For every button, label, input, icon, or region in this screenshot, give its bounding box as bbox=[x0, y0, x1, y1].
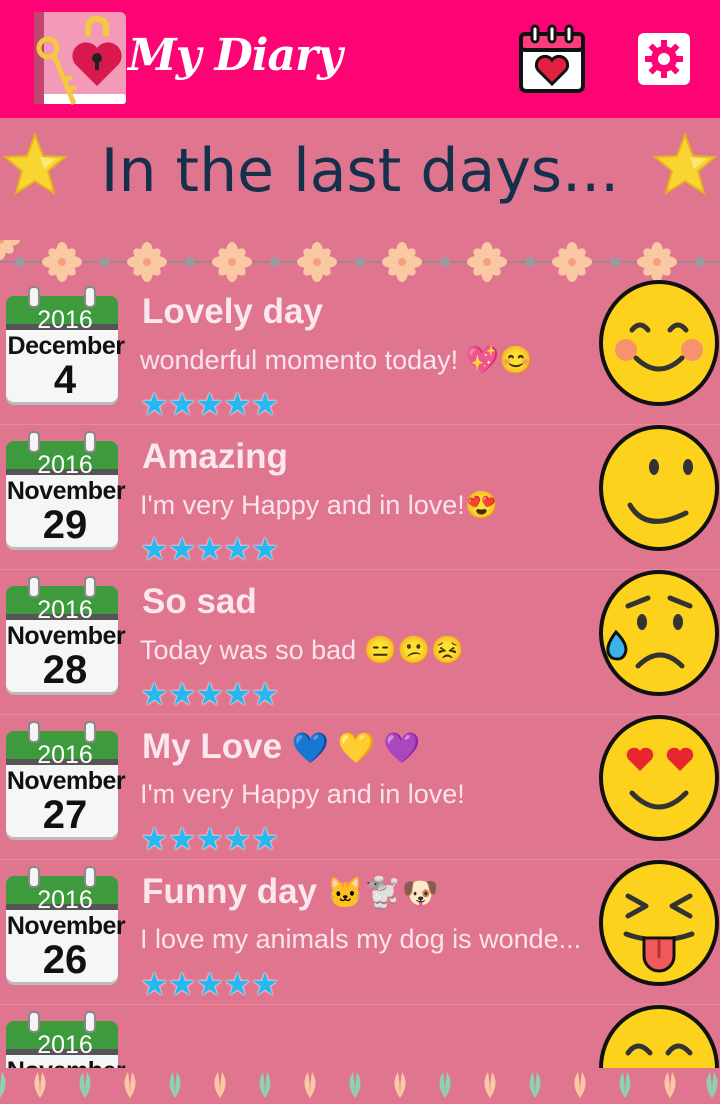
entry-year: 2016 bbox=[37, 741, 93, 769]
app-title: My Diary bbox=[128, 30, 343, 81]
date-calendar: 2016 November bbox=[2, 1011, 128, 1072]
blushing-smile-icon bbox=[599, 280, 719, 406]
section-title: In the last days... bbox=[100, 136, 620, 206]
entry-year: 2016 bbox=[37, 1031, 93, 1059]
entry-title: Amazing bbox=[142, 437, 288, 476]
entry-day: 26 bbox=[42, 938, 88, 982]
date-calendar: 2016 November 28 bbox=[2, 576, 128, 696]
heart-eyes-icon bbox=[599, 715, 719, 841]
entry-title: Lovely day bbox=[142, 292, 323, 331]
entry-year: 2016 bbox=[37, 306, 93, 334]
rating-stars: ★★★★★ bbox=[140, 531, 279, 567]
bottom-flower-border bbox=[0, 1068, 720, 1104]
rating-stars: ★★★★★ bbox=[140, 966, 279, 1002]
diary-entry[interactable]: 2016 November 28 So sad Today was so bad… bbox=[0, 570, 720, 715]
entry-day: 28 bbox=[42, 648, 88, 692]
date-calendar: 2016 November 26 bbox=[2, 866, 128, 986]
diary-entry[interactable]: 2016 November 27 My Love 💙 💛 💜 I'm very … bbox=[0, 715, 720, 860]
flower-divider bbox=[0, 240, 720, 282]
diary-lock-icon bbox=[34, 12, 126, 105]
entry-preview-text: wonderful momento today! 💖😊 bbox=[140, 345, 533, 375]
calendar-button[interactable] bbox=[518, 24, 586, 94]
entry-title: Funny day 🐱🐩🐶 bbox=[142, 872, 439, 911]
entry-month: November bbox=[6, 767, 126, 795]
diary-entry-list[interactable]: 2016 December 4 Lovely day wonderful mom… bbox=[0, 280, 720, 1072]
diary-entry[interactable]: 2016 November 26 Funny day 🐱🐩🐶 I love my… bbox=[0, 860, 720, 1005]
diary-entry[interactable]: 2016 December 4 Lovely day wonderful mom… bbox=[0, 280, 720, 425]
entry-month: November bbox=[6, 622, 126, 650]
entry-month: November bbox=[6, 477, 126, 505]
date-calendar: 2016 November 27 bbox=[2, 721, 128, 841]
date-calendar: 2016 December 4 bbox=[2, 286, 128, 406]
diary-entry[interactable]: 2016 November bbox=[0, 1005, 720, 1072]
entry-day: 29 bbox=[42, 503, 88, 547]
entry-preview-text: I'm very Happy and in love!😍 bbox=[140, 490, 499, 520]
entry-day: 4 bbox=[53, 358, 77, 402]
rating-stars: ★★★★★ bbox=[140, 821, 279, 857]
rating-stars: ★★★★★ bbox=[140, 386, 279, 422]
calendar-heart-icon bbox=[519, 24, 585, 93]
entry-year: 2016 bbox=[37, 886, 93, 914]
settings-button[interactable] bbox=[638, 33, 690, 85]
star-right-icon bbox=[652, 132, 718, 196]
entry-preview-text: I love my animals my dog is wonde... bbox=[140, 924, 582, 954]
rating-stars: ★★★★★ bbox=[140, 676, 279, 712]
diary-entry[interactable]: 2016 November 29 Amazing I'm very Happy … bbox=[0, 425, 720, 570]
entry-month: December bbox=[7, 332, 125, 360]
entry-preview-text: I'm very Happy and in love! bbox=[140, 779, 465, 809]
smirk-icon bbox=[599, 425, 719, 551]
tongue-out-icon bbox=[599, 860, 719, 986]
app-bar: My Diary bbox=[0, 0, 720, 118]
entry-day: 27 bbox=[42, 793, 88, 837]
entry-month: November bbox=[6, 912, 126, 940]
entry-year: 2016 bbox=[37, 451, 93, 479]
entry-title: My Love 💙 💛 💜 bbox=[142, 727, 421, 766]
gear-icon bbox=[645, 40, 683, 78]
entry-title: So sad bbox=[142, 582, 257, 621]
entry-year: 2016 bbox=[37, 596, 93, 624]
laughing-icon bbox=[599, 1005, 719, 1072]
entry-preview-text: Today was so bad 😑😕😣 bbox=[140, 635, 465, 665]
date-calendar: 2016 November 29 bbox=[2, 431, 128, 551]
sad-sweat-icon bbox=[599, 570, 719, 696]
